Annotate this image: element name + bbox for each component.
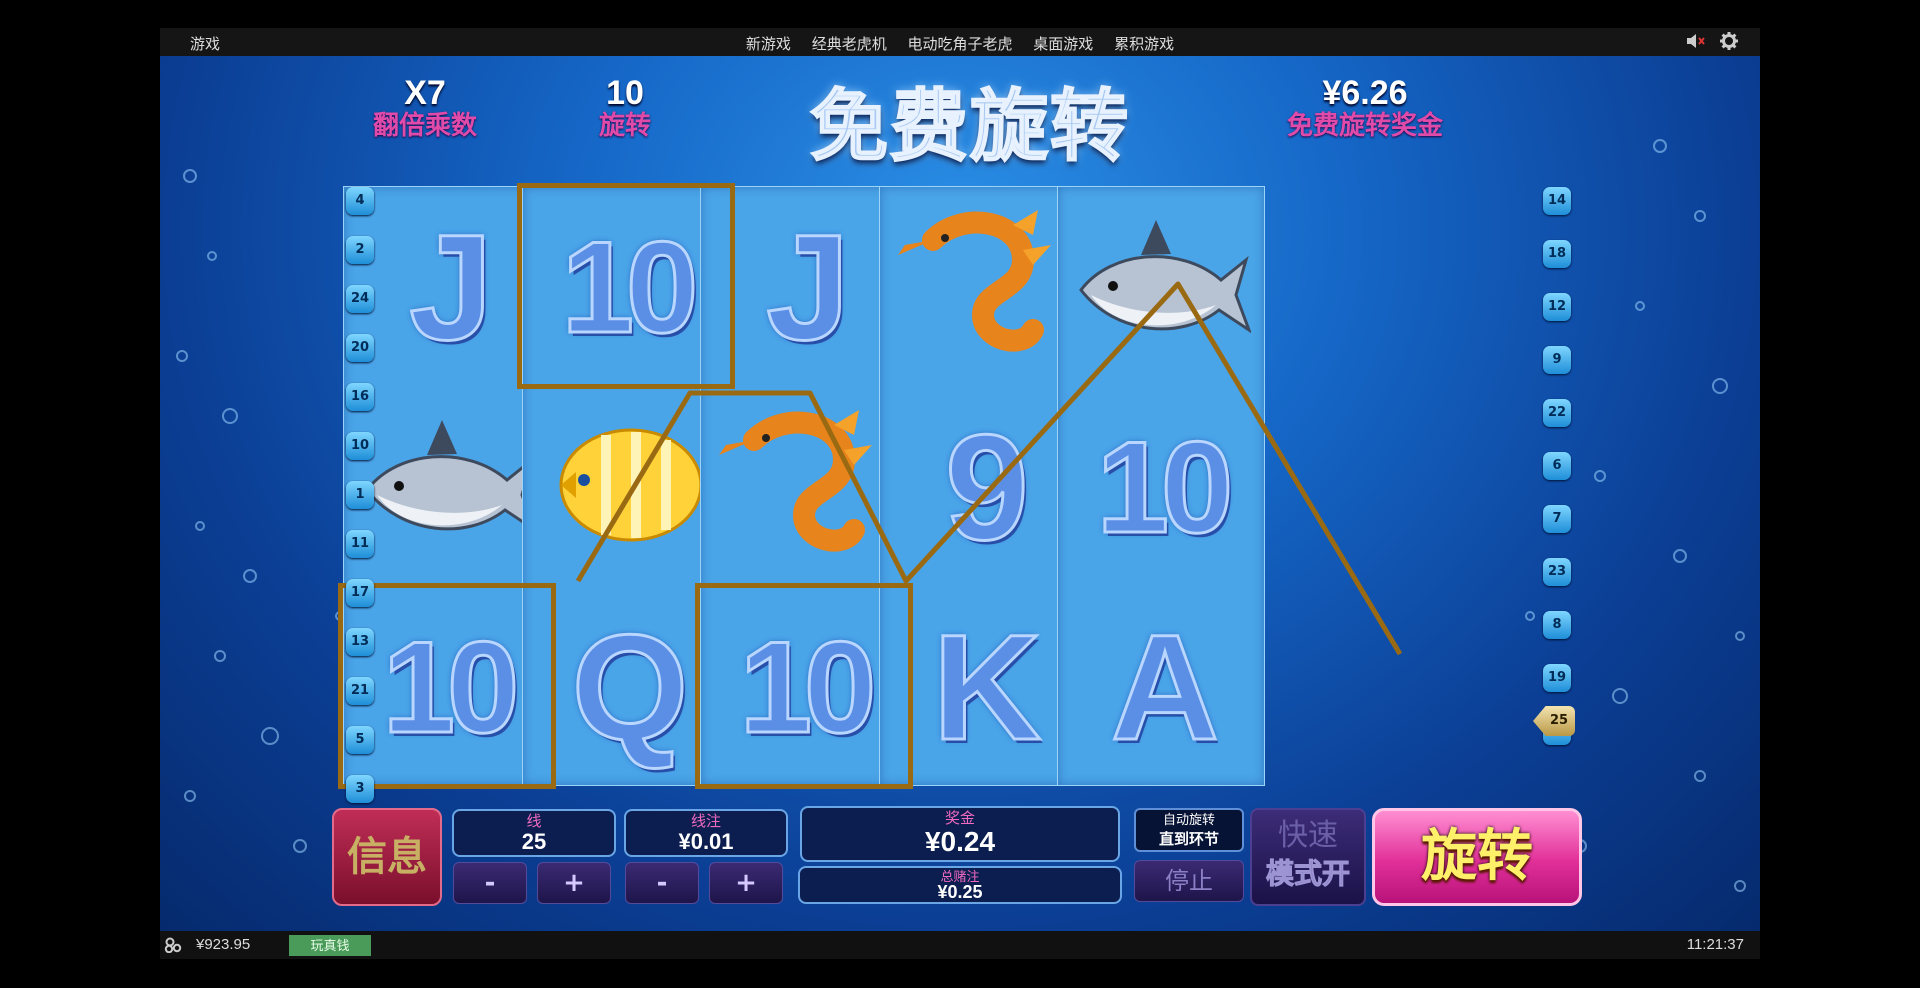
- autospin-line2: 直到环节: [1158, 830, 1219, 848]
- payline-marker-20[interactable]: 20: [346, 334, 374, 362]
- top-bar-icons: [1686, 32, 1738, 54]
- payline-marker-4[interactable]: 4: [346, 187, 374, 215]
- turbo-line2: 模式开: [1265, 857, 1350, 891]
- payline-marker-5[interactable]: 5: [346, 726, 374, 754]
- line-bet-label: 线注: [690, 813, 721, 830]
- coins-icon: [164, 937, 182, 957]
- clock: 11:21:37: [1686, 936, 1744, 953]
- line-bet-value: ¥0.01: [678, 829, 734, 854]
- payline-marker-13[interactable]: 13: [346, 628, 374, 656]
- top-nav: 新游戏 经典老虎机 电动吃角子老虎 桌面游戏 累积游戏: [160, 33, 1760, 54]
- payline-marker-6[interactable]: 6: [1543, 452, 1571, 480]
- payline-marker-10[interactable]: 10: [346, 432, 374, 460]
- win-panel: 奖金 ¥0.24: [800, 806, 1120, 862]
- lines-panel: 线 25: [452, 809, 616, 857]
- top-bar: 游戏 新游戏 经典老虎机 电动吃角子老虎 桌面游戏 累积游戏: [160, 28, 1760, 56]
- play-real-money-button[interactable]: 玩真钱: [289, 935, 371, 956]
- payline-marker-1[interactable]: 1: [346, 481, 374, 509]
- spin-button[interactable]: 旋转: [1372, 808, 1582, 906]
- turbo-mode-button[interactable]: 快速 模式开: [1250, 808, 1366, 906]
- lines-minus-button[interactable]: -: [453, 862, 527, 904]
- nav-new-games[interactable]: 新游戏: [746, 35, 791, 53]
- lines-value: 25: [521, 829, 547, 854]
- payline-marker-14[interactable]: 14: [1543, 187, 1571, 215]
- turbo-line1: 快速: [1278, 818, 1338, 853]
- payline-marker-11[interactable]: 11: [346, 530, 374, 558]
- win-label: 奖金: [944, 810, 975, 827]
- settings-gear-icon[interactable]: [1720, 32, 1738, 54]
- payline-marker-19[interactable]: 19: [1543, 664, 1571, 692]
- balance: ¥923.95: [196, 936, 251, 953]
- nav-progressive-games[interactable]: 累积游戏: [1114, 35, 1174, 53]
- stop-button[interactable]: 停止: [1134, 860, 1244, 902]
- payline-marker-16[interactable]: 16: [346, 383, 374, 411]
- payline-marker-8[interactable]: 8: [1543, 611, 1571, 639]
- payline-marker-23[interactable]: 23: [1543, 558, 1571, 586]
- payline-marker-22[interactable]: 22: [1543, 399, 1571, 427]
- winning-payline: [575, 281, 1403, 656]
- line-bet-minus-button[interactable]: -: [625, 862, 699, 904]
- mute-icon[interactable]: [1686, 33, 1706, 53]
- payline-marker-24[interactable]: 24: [346, 285, 374, 313]
- payline-marker-7[interactable]: 7: [1543, 505, 1571, 533]
- payline-marker-3[interactable]: 3: [346, 775, 374, 803]
- bottom-bar: ¥923.95 玩真钱 11:21:37: [160, 931, 1760, 959]
- lines-plus-button[interactable]: +: [537, 862, 611, 904]
- info-button[interactable]: 信息: [332, 808, 442, 906]
- autospin-button[interactable]: 自动旋转 直到环节: [1134, 808, 1244, 852]
- total-bet-value: ¥0.25: [937, 882, 983, 902]
- nav-table-games[interactable]: 桌面游戏: [1033, 35, 1093, 53]
- game-area: X7 翻倍乘数 10 旋转 免费旋转 ¥6.26 免费旋转奖金 J 10 10 Q J 1…: [160, 56, 1760, 931]
- line-bet-plus-button[interactable]: +: [709, 862, 783, 904]
- payline-marker-2[interactable]: 2: [346, 236, 374, 264]
- payline-marker-17[interactable]: 17: [346, 579, 374, 607]
- nav-video-slots[interactable]: 电动吃角子老虎: [907, 35, 1012, 53]
- payline-marker-9[interactable]: 9: [1543, 346, 1571, 374]
- payline-25-path: [575, 281, 1403, 656]
- nav-classic-slots[interactable]: 经典老虎机: [812, 35, 887, 53]
- page: 游戏 新游戏 经典老虎机 电动吃角子老虎 桌面游戏 累积游戏 X7 翻倍乘数 1…: [0, 0, 1920, 988]
- win-value: ¥0.24: [924, 826, 996, 857]
- payline-marker-12[interactable]: 12: [1543, 293, 1571, 321]
- autospin-line1: 自动旋转: [1162, 813, 1215, 828]
- payline-marker-21[interactable]: 21: [346, 677, 374, 705]
- payline-marker-18[interactable]: 18: [1543, 240, 1571, 268]
- lines-label: 线: [526, 813, 542, 830]
- total-bet-panel: 总赌注 ¥0.25: [798, 866, 1122, 904]
- line-bet-panel: 线注 ¥0.01: [624, 809, 788, 857]
